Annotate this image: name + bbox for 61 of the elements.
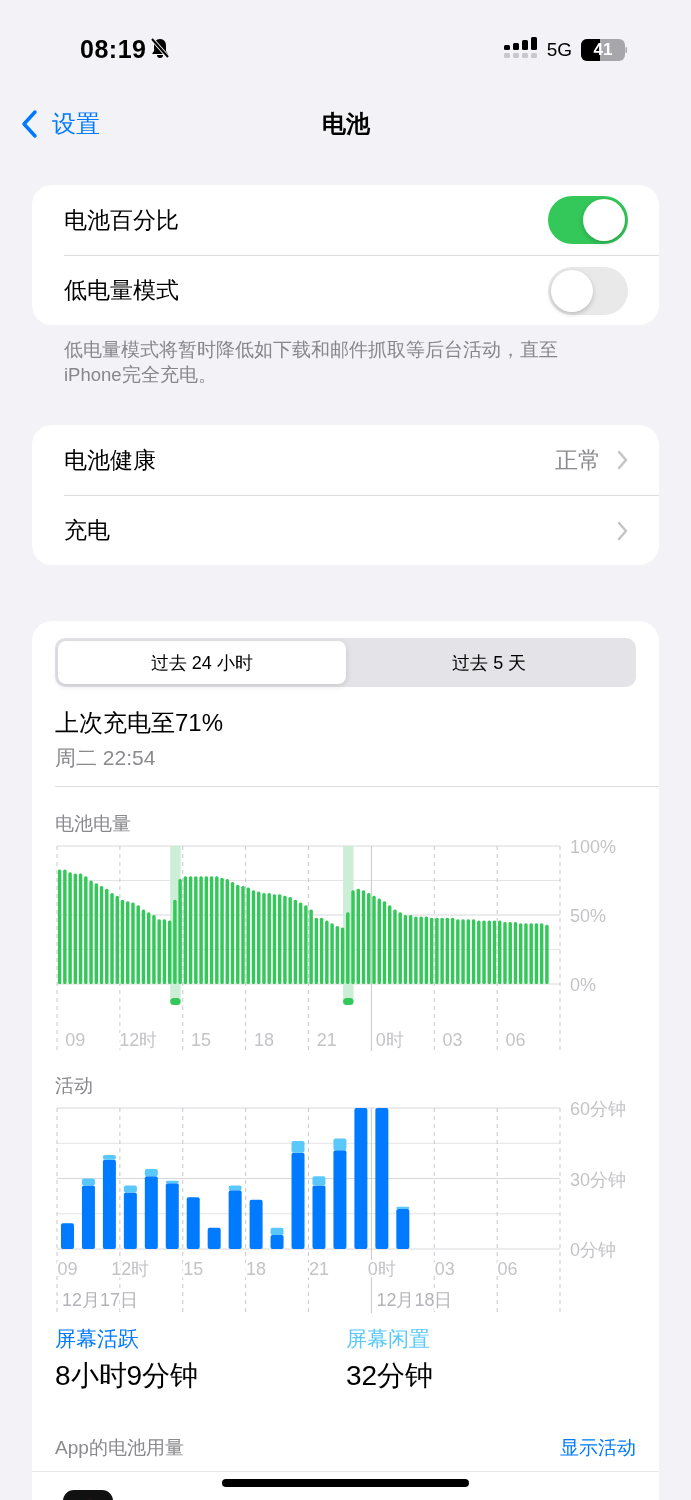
date-label: 12月18日 (376, 1290, 453, 1310)
network-label: 5G (546, 38, 572, 61)
axis-label: 12时 (119, 1030, 158, 1050)
axis-label: 18 (246, 1259, 267, 1279)
chevron-icon (20, 109, 38, 139)
axis-label: 0分钟 (570, 1240, 616, 1260)
axis-label: 100% (570, 837, 617, 857)
charging-marker (343, 998, 354, 1005)
legend-label: 屏幕活跃 (55, 1326, 139, 1352)
last-charge-time: 周二 22:54 (55, 745, 157, 771)
last-charge-label: 上次充电至71% (55, 708, 225, 738)
summary-value: 32分钟 (346, 1359, 434, 1393)
setting-label: 电池百分比 (64, 205, 180, 235)
show-activity-link[interactable]: 显示活动 (560, 1435, 636, 1461)
axis-label: 18 (253, 1030, 274, 1050)
axis-label: 50% (570, 906, 607, 926)
activity-bar (207, 1227, 221, 1249)
segment-tab[interactable]: 过去 24 小时 (58, 641, 346, 684)
axis-label: 0时 (375, 1030, 404, 1050)
axis-label: 60分钟 (570, 1099, 627, 1119)
setting-label: 电池健康 (64, 445, 157, 475)
axis-label: 0% (570, 975, 596, 995)
summary-value: 8小时9分钟 (55, 1359, 199, 1393)
axis-label: 15 (183, 1259, 204, 1279)
setting-label: 低电量模式 (64, 276, 180, 305)
signal-icon (503, 36, 538, 59)
activity-bar (61, 1223, 74, 1249)
segment-tab[interactable]: 过去 5 天 (345, 641, 633, 684)
axis-label: 0时 (367, 1259, 396, 1279)
date-label: 12月17日 (62, 1290, 139, 1310)
back-button[interactable]: 设置 (20, 108, 100, 140)
axis-label: 15 (191, 1030, 212, 1050)
chart-title: 活动 (55, 1074, 94, 1098)
clock-time: 08:19 (80, 35, 147, 64)
settings-row[interactable]: 电池健康 正常 (32, 425, 659, 495)
axis-label: 30分钟 (570, 1169, 627, 1190)
axis-label: 06 (505, 1030, 526, 1050)
axis-label: 21 (308, 1259, 329, 1279)
chart-title: 电池电量 (55, 812, 132, 836)
axis-label: 21 (316, 1030, 337, 1050)
legend-label: 屏幕闲置 (346, 1326, 430, 1352)
section-header: App的电池用量 (55, 1436, 184, 1460)
setting-value: 正常 (555, 445, 601, 475)
charging-marker (170, 998, 181, 1005)
page-title: 电池 (321, 109, 370, 139)
toggle-switch[interactable] (548, 196, 628, 244)
axis-label: 06 (497, 1259, 518, 1279)
footer-note: 低电量模式将暂时降低如下载和邮件抓取等后台活动，直至iPhone完全充电。 (64, 339, 558, 385)
axis-label: 03 (434, 1259, 455, 1279)
chevron-icon (617, 520, 628, 541)
axis-label: 09 (57, 1259, 78, 1279)
axis-label: 09 (65, 1030, 86, 1050)
setting-label: 充电 (64, 516, 111, 545)
activity-bar (186, 1197, 200, 1249)
toggle-switch[interactable] (548, 266, 628, 315)
axis-label: 03 (442, 1030, 463, 1050)
bell-muted-icon (150, 36, 171, 59)
activity-bar (249, 1199, 263, 1249)
chevron-icon (617, 450, 628, 470)
settings-row[interactable]: 充电 (64, 495, 659, 565)
axis-label: 12时 (111, 1259, 150, 1279)
